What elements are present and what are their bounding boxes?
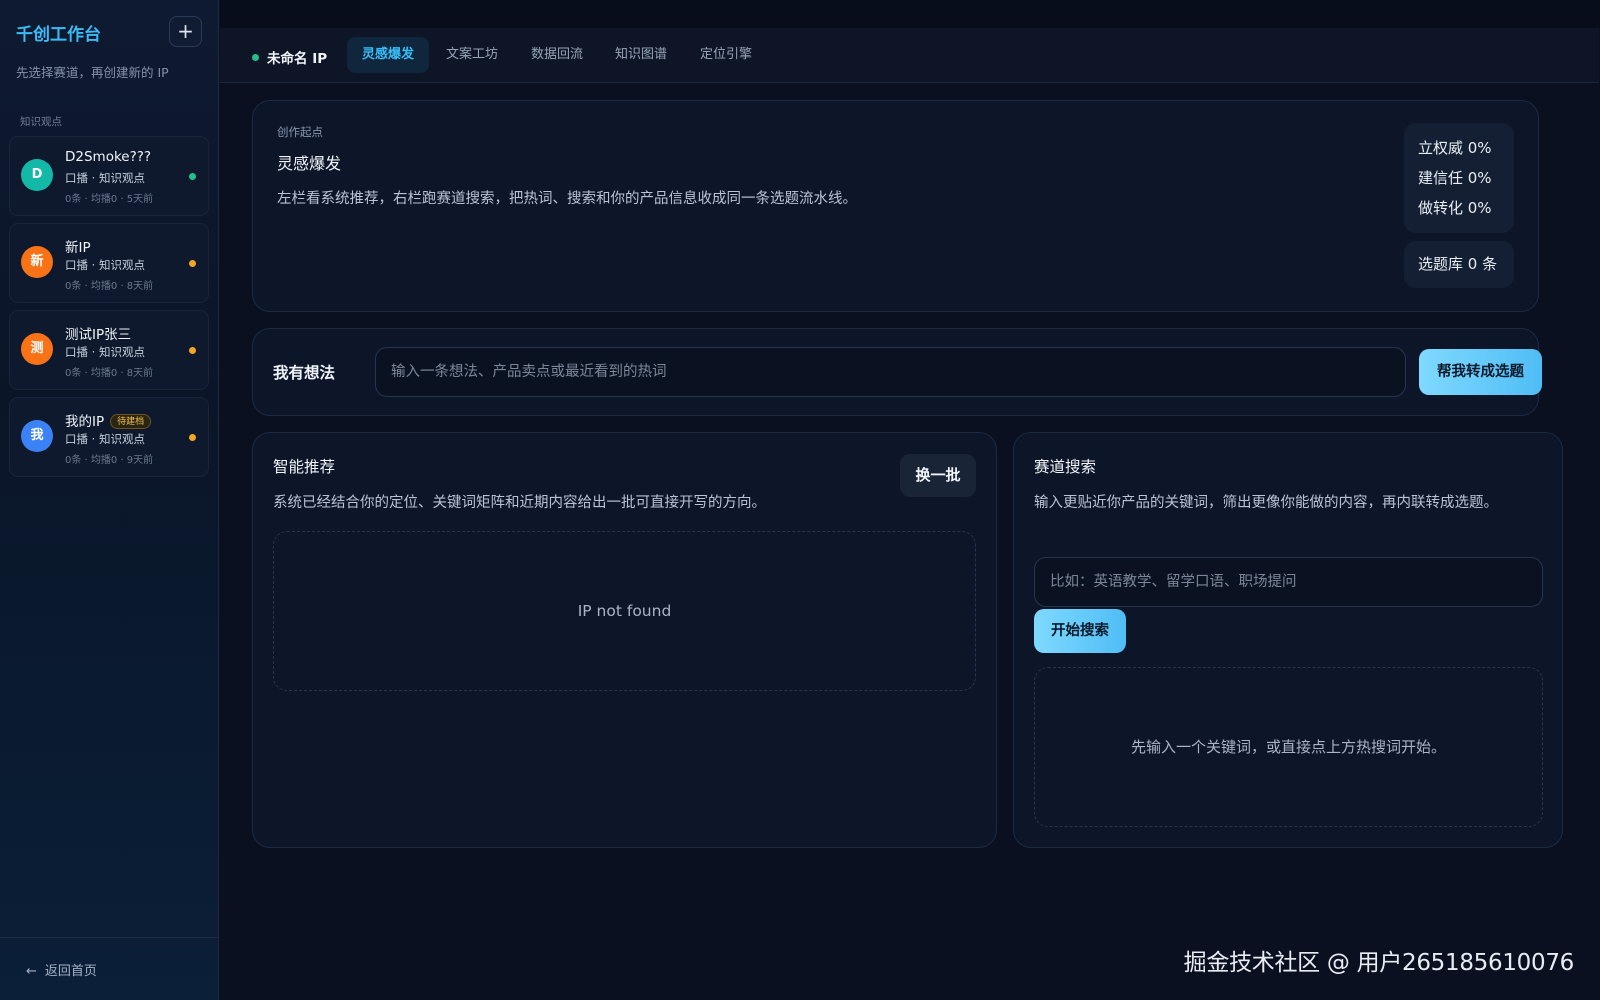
idea-panel: 我有想法 帮我转成选题 <box>252 328 1542 416</box>
status-dot <box>189 347 196 354</box>
recommend-description: 系统已经结合你的定位、关键词矩阵和近期内容给出一批可直接开写的方向。 <box>273 495 766 511</box>
start-search-button[interactable]: 开始搜索 <box>1034 609 1126 653</box>
arrow-left-icon: ← <box>26 964 37 979</box>
track-search-panel: 赛道搜索 输入更贴近你产品的关键词，筛出更像你能做的内容，再内联转成选题。 开始… <box>1013 432 1563 848</box>
sidebar-subtitle: 先选择赛道，再创建新的 IP <box>16 65 169 80</box>
ip-meta: 口播 · 知识观点 <box>65 432 145 446</box>
ip-stats: 0条 · 均播0 · 5天前 <box>65 194 154 205</box>
content-goal-stats: 立权威 0% 建信任 0% 做转化 0% <box>1404 123 1514 233</box>
tab-copywriting[interactable]: 文案工坊 <box>431 37 513 73</box>
tab-knowledge-graph[interactable]: 知识图谱 <box>600 37 682 73</box>
recommend-panel: 智能推荐 换一批 系统已经结合你的定位、关键词矩阵和近期内容给出一批可直接开写的… <box>252 432 997 848</box>
avatar: D <box>21 159 53 191</box>
ip-name: D2Smoke??? <box>65 149 152 165</box>
overview-title: 灵感爆发 <box>277 154 342 173</box>
avatar: 我 <box>21 420 53 452</box>
ip-meta: 口播 · 知识观点 <box>65 345 145 359</box>
topic-library-count: 选题库 0 条 <box>1404 241 1514 288</box>
ip-stats: 0条 · 均播0 · 8天前 <box>65 368 154 379</box>
recommend-title: 智能推荐 <box>273 458 336 476</box>
ip-card[interactable]: 我 我的IP 待建档 口播 · 知识观点 0条 · 均播0 · 9天前 <box>9 397 209 477</box>
status-dot <box>189 260 196 267</box>
ip-name: 测试IP张三 <box>65 327 132 343</box>
top-strip <box>220 0 1600 28</box>
idea-input[interactable] <box>375 347 1406 397</box>
sidebar: 千创工作台 + 先选择赛道，再创建新的 IP 知识观点 D D2Smoke???… <box>0 0 219 1000</box>
status-dot <box>252 54 259 61</box>
tab-data-feedback[interactable]: 数据回流 <box>516 37 598 73</box>
search-empty-state: 先输入一个关键词，或直接点上方热搜词开始。 <box>1034 667 1543 827</box>
recommend-empty-state: IP not found <box>273 531 976 691</box>
status-badge: 待建档 <box>110 414 152 429</box>
workspace-title: 千创工作台 <box>16 25 101 45</box>
keyword-search-input[interactable] <box>1034 557 1543 607</box>
current-ip-name: 未命名 IP <box>267 51 328 67</box>
stat-conversion: 做转化 0% <box>1418 199 1492 217</box>
ip-name: 我的IP 待建档 <box>65 410 152 430</box>
sidebar-section-label: 知识观点 <box>20 116 62 128</box>
back-home-link[interactable]: ← 返回首页 <box>26 960 97 979</box>
ip-meta: 口播 · 知识观点 <box>65 258 145 272</box>
ip-card[interactable]: D D2Smoke??? 口播 · 知识观点 0条 · 均播0 · 5天前 <box>9 136 209 216</box>
main-area: 未命名 IP 灵感爆发 文案工坊 数据回流 知识图谱 定位引擎 创作起点 灵感爆… <box>220 0 1600 1000</box>
ip-card[interactable]: 测 测试IP张三 口播 · 知识观点 0条 · 均播0 · 8天前 <box>9 310 209 390</box>
refresh-batch-button[interactable]: 换一批 <box>900 454 976 497</box>
watermark: 掘金技术社区 @ 用户265185610076 <box>1183 950 1575 976</box>
sidebar-footer: ← 返回首页 <box>0 937 218 1000</box>
tab-bar: 未命名 IP 灵感爆发 文案工坊 数据回流 知识图谱 定位引擎 <box>220 28 1599 83</box>
status-dot <box>189 434 196 441</box>
track-search-description: 输入更贴近你产品的关键词，筛出更像你能做的内容，再内联转成选题。 <box>1034 495 1498 511</box>
avatar: 新 <box>21 246 53 278</box>
current-ip: 未命名 IP <box>252 47 327 67</box>
stat-authority: 立权威 0% <box>1418 139 1492 157</box>
ip-stats: 0条 · 均播0 · 9天前 <box>65 455 154 466</box>
back-home-label: 返回首页 <box>44 964 97 979</box>
convert-topic-button[interactable]: 帮我转成选题 <box>1419 349 1542 395</box>
avatar: 测 <box>21 333 53 365</box>
overview-panel: 创作起点 灵感爆发 左栏看系统推荐，右栏跑赛道搜索，把热词、搜索和你的产品信息收… <box>252 100 1539 312</box>
stat-trust: 建信任 0% <box>1418 169 1492 187</box>
overview-label: 创作起点 <box>277 125 323 139</box>
ip-stats: 0条 · 均播0 · 8天前 <box>65 281 154 292</box>
status-dot <box>189 173 196 180</box>
add-ip-button[interactable]: + <box>169 16 202 47</box>
tab-positioning-engine[interactable]: 定位引擎 <box>685 37 767 73</box>
idea-label: 我有想法 <box>273 364 336 382</box>
ip-list: D D2Smoke??? 口播 · 知识观点 0条 · 均播0 · 5天前 新 … <box>9 136 209 484</box>
overview-description: 左栏看系统推荐，右栏跑赛道搜索，把热词、搜索和你的产品信息收成同一条选题流水线。 <box>277 191 857 207</box>
ip-name: 新IP <box>65 240 91 256</box>
tab-inspiration[interactable]: 灵感爆发 <box>347 37 430 73</box>
track-search-title: 赛道搜索 <box>1034 458 1097 476</box>
ip-card[interactable]: 新 新IP 口播 · 知识观点 0条 · 均播0 · 8天前 <box>9 223 209 303</box>
ip-meta: 口播 · 知识观点 <box>65 171 145 185</box>
